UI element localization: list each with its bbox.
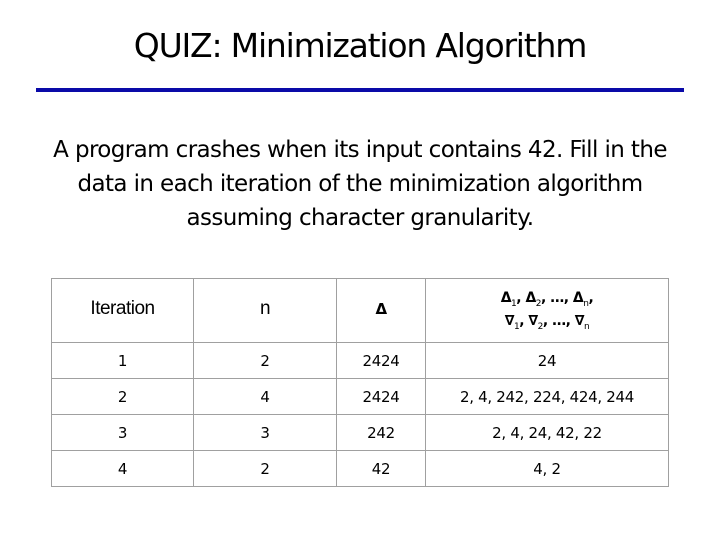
table-row: 2 4 2424 2, 4, 242, 224, 424, 244 <box>51 378 669 415</box>
header-n: n <box>193 278 337 343</box>
slide-title: QUIZ: Minimization Algorithm <box>133 26 588 65</box>
cell-n: 2 <box>193 342 337 379</box>
cell-delta: 2424 <box>336 342 426 379</box>
cell-subsets: 2, 4, 242, 224, 424, 244 <box>425 378 669 415</box>
cell-delta: 42 <box>336 450 426 487</box>
question-text: A program crashes when its input contain… <box>53 137 667 231</box>
header-subsets-line: Δ1, Δ2, …, Δn, <box>500 289 594 309</box>
cell-iteration: 3 <box>51 414 194 451</box>
table-row: 1 2 2424 24 <box>51 342 669 379</box>
table-row: 4 2 42 4, 2 <box>51 450 669 487</box>
cell-iteration: 2 <box>51 378 194 415</box>
cell-delta: 242 <box>336 414 426 451</box>
header-subsets-complements: Δ1, Δ2, …, Δn, ∇1, ∇2, …, ∇n <box>425 278 669 343</box>
header-delta: Δ <box>336 278 426 343</box>
cell-subsets: 4, 2 <box>425 450 669 487</box>
cell-subsets: 24 <box>425 342 669 379</box>
header-complements-line: ∇1, ∇2, …, ∇n <box>504 312 590 332</box>
cell-n: 4 <box>193 378 337 415</box>
cell-delta: 2424 <box>336 378 426 415</box>
table-row: 3 3 242 2, 4, 24, 42, 22 <box>51 414 669 451</box>
quiz-table: Iteration n Δ Δ1, Δ2, …, Δn, ∇1, ∇2, …, … <box>51 278 669 487</box>
title-divider <box>36 88 684 92</box>
header-iteration: Iteration <box>51 278 194 343</box>
cell-n: 3 <box>193 414 337 451</box>
cell-n: 2 <box>193 450 337 487</box>
cell-iteration: 4 <box>51 450 194 487</box>
cell-subsets: 2, 4, 24, 42, 22 <box>425 414 669 451</box>
table-header-row: Iteration n Δ Δ1, Δ2, …, Δn, ∇1, ∇2, …, … <box>51 278 669 343</box>
cell-iteration: 1 <box>51 342 194 379</box>
